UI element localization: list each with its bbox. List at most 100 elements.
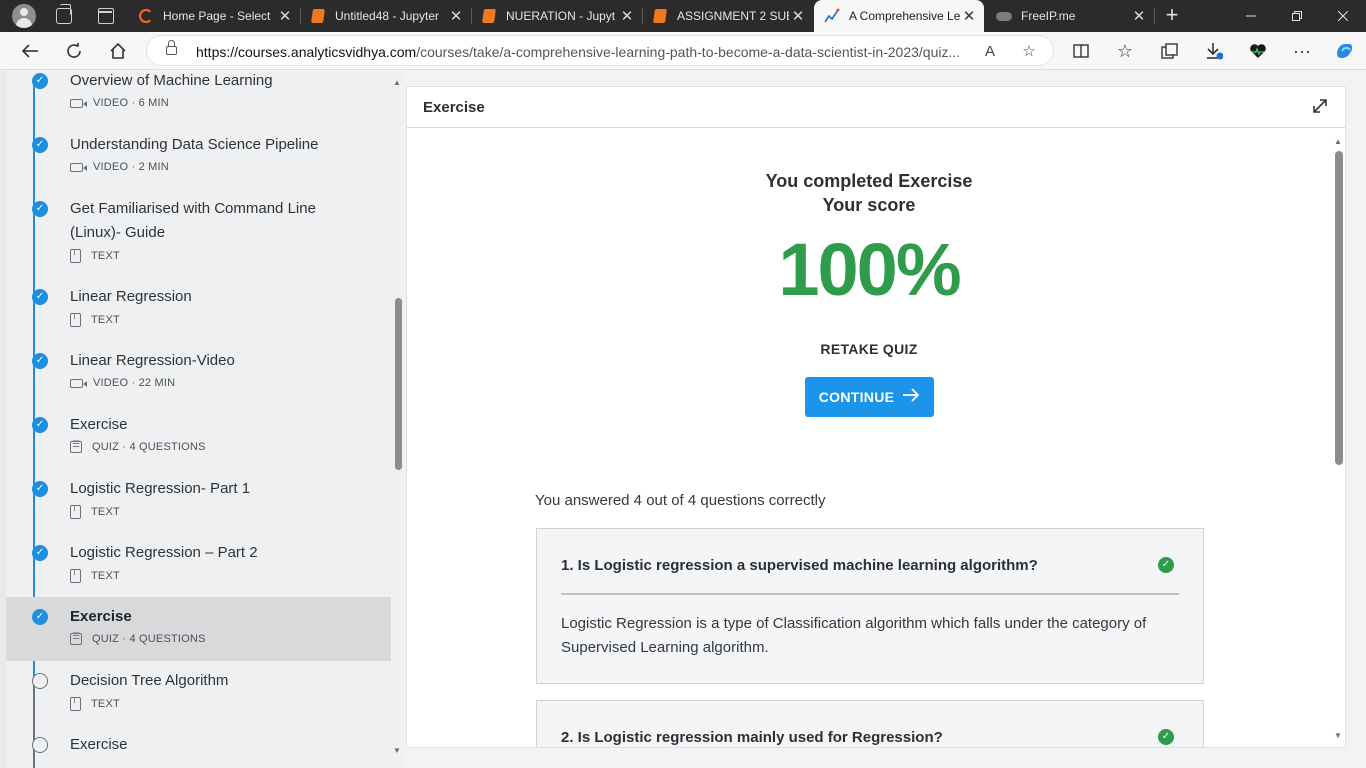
chart-line-icon <box>824 8 840 24</box>
minimize-icon[interactable] <box>1228 0 1274 32</box>
home-icon[interactable] <box>104 37 132 65</box>
lesson-item[interactable]: ✓ Linear Regression-Video VIDEO · 22 MIN <box>6 348 391 412</box>
tab-actions-icon[interactable] <box>98 8 114 24</box>
jupyter-book-icon <box>310 8 326 24</box>
incomplete-circle-icon <box>32 737 48 753</box>
quiz-icon <box>70 631 82 645</box>
browser-toolbar: https://courses.analyticsvidhya.com/cour… <box>0 32 1366 70</box>
read-aloud-icon[interactable]: A <box>980 42 1000 62</box>
lesson-item[interactable]: ✓ Understanding Data Science Pipeline VI… <box>6 132 391 196</box>
completed-check-icon: ✓ <box>32 417 48 433</box>
lesson-item[interactable]: Decision Tree Algorithm TEXT <box>6 668 391 732</box>
sidebar-scrollbar-thumb[interactable] <box>395 298 402 470</box>
lesson-title: Exercise <box>70 416 128 433</box>
completed-check-icon: ✓ <box>32 481 48 497</box>
favorite-star-icon[interactable]: ☆ <box>1019 42 1039 62</box>
text-doc-icon <box>70 568 81 583</box>
question-explanation: Logistic Regression is a type of Classif… <box>561 615 1147 656</box>
refresh-icon[interactable] <box>60 37 88 65</box>
jupyter-book-icon <box>481 8 497 24</box>
lesson-item[interactable]: ✓ Overview of Machine Learning VIDEO · 6… <box>6 68 391 132</box>
browser-tab-comprehensive-active[interactable]: A Comprehensive Le ✕ <box>814 0 984 32</box>
lesson-title: Exercise <box>70 608 132 625</box>
close-tab-icon[interactable]: ✕ <box>447 7 465 25</box>
arrow-right-icon <box>902 387 920 407</box>
completed-check-icon: ✓ <box>32 289 48 305</box>
favorites-icon[interactable]: ☆ <box>1111 37 1139 65</box>
close-tab-icon[interactable]: ✕ <box>1130 7 1148 25</box>
expand-fullscreen-icon[interactable] <box>1310 97 1330 117</box>
close-tab-icon[interactable]: ✕ <box>789 7 807 25</box>
text-doc-icon <box>70 312 81 327</box>
lesson-item[interactable]: ✓ Logistic Regression – Part 2 TEXT <box>6 540 391 604</box>
incomplete-circle-icon <box>32 673 48 689</box>
url-text[interactable]: https://courses.analyticsvidhya.com/cour… <box>196 44 968 60</box>
video-icon <box>70 378 87 388</box>
question-card: 1. Is Logistic regression a supervised m… <box>536 528 1204 684</box>
browser-tab-assignment[interactable]: ASSIGNMENT 2 SUB ✕ <box>642 0 813 32</box>
close-window-icon[interactable] <box>1320 0 1366 32</box>
question-title: 2. Is Logistic regression mainly used fo… <box>561 729 943 746</box>
lesson-item[interactable]: ✓ Logistic Regression- Part 1 TEXT <box>6 476 391 540</box>
video-icon <box>70 162 87 172</box>
lesson-title: Logistic Regression- Part 1 <box>70 480 251 497</box>
lesson-item[interactable]: Exercise <box>6 732 391 768</box>
browser-tab-home[interactable]: Home Page - Select ✕ <box>128 0 300 32</box>
jupyter-book-icon <box>652 8 668 24</box>
text-doc-icon <box>70 504 81 519</box>
completed-check-icon: ✓ <box>32 137 48 153</box>
browser-tab-strip: Home Page - Select ✕ Untitled48 - Jupyte… <box>0 0 1366 32</box>
close-tab-icon[interactable]: ✕ <box>276 7 294 25</box>
main-scroll-down-icon[interactable]: ▼ <box>1334 731 1342 740</box>
exercise-panel: Exercise You completed Exercise Your sco… <box>406 86 1346 748</box>
main-scrollbar-thumb[interactable] <box>1335 151 1343 465</box>
split-screen-icon[interactable] <box>1067 37 1095 65</box>
scroll-up-arrow-icon[interactable]: ▲ <box>393 78 401 87</box>
restore-icon[interactable] <box>1274 0 1320 32</box>
lesson-title: Decision Tree Algorithm <box>70 672 229 689</box>
browser-tab-freeip[interactable]: FreeIP.me ✕ <box>986 0 1154 32</box>
copilot-icon[interactable] <box>1330 37 1358 65</box>
lesson-title: Linear Regression <box>70 288 192 305</box>
close-tab-icon[interactable]: ✕ <box>618 7 636 25</box>
completed-check-icon: ✓ <box>32 201 48 217</box>
lesson-item-active[interactable]: ✓ Exercise QUIZ · 4 QUESTIONS <box>6 597 391 661</box>
completed-check-icon: ✓ <box>32 73 48 89</box>
profile-avatar-icon[interactable] <box>12 4 36 28</box>
scroll-down-arrow-icon[interactable]: ▼ <box>393 746 401 755</box>
new-tab-icon[interactable]: + <box>1160 4 1184 28</box>
lesson-title: Linear Regression-Video <box>70 352 235 369</box>
correct-check-icon: ✓ <box>1158 729 1174 745</box>
browser-essentials-icon[interactable] <box>1244 37 1272 65</box>
text-doc-icon <box>70 696 81 711</box>
answered-summary: You answered 4 out of 4 questions correc… <box>535 492 826 509</box>
lesson-item[interactable]: ✓ Exercise QUIZ · 4 QUESTIONS <box>6 412 391 476</box>
browser-tab-nueration[interactable]: NUERATION - Jupyt ✕ <box>471 0 642 32</box>
continue-button[interactable]: CONTINUE <box>805 377 934 417</box>
panel-title: Exercise <box>423 99 485 116</box>
lesson-title: Logistic Regression – Part 2 <box>70 544 258 561</box>
panel-header: Exercise <box>407 87 1345 128</box>
lesson-item[interactable]: ✓ Linear Regression TEXT <box>6 284 391 348</box>
cloud-icon <box>996 8 1012 24</box>
text-doc-icon <box>70 248 81 263</box>
correct-check-icon: ✓ <box>1158 557 1174 573</box>
back-arrow-icon[interactable] <box>16 37 44 65</box>
workspaces-icon[interactable] <box>56 4 72 24</box>
more-options-icon[interactable]: ··· <box>1288 37 1316 65</box>
question-title: 1. Is Logistic regression a supervised m… <box>561 557 1038 574</box>
completed-check-icon: ✓ <box>32 353 48 369</box>
close-tab-icon[interactable]: ✕ <box>960 7 978 25</box>
lock-icon[interactable] <box>166 40 177 55</box>
completed-heading: You completed Exercise <box>765 171 973 191</box>
address-bar[interactable]: https://courses.analyticsvidhya.com/cour… <box>146 35 1054 66</box>
score-value: 100% <box>778 228 961 311</box>
collections-icon[interactable] <box>1156 37 1184 65</box>
lesson-title: Exercise <box>70 736 128 753</box>
lesson-item[interactable]: ✓ Get Familiarised with Command Line (Li… <box>6 196 391 284</box>
question-card: 2. Is Logistic regression mainly used fo… <box>536 700 1204 747</box>
retake-quiz-link[interactable]: RETAKE QUIZ <box>407 341 1331 357</box>
downloads-icon[interactable] <box>1200 37 1228 65</box>
browser-tab-untitled48[interactable]: Untitled48 - Jupyter ✕ <box>300 0 471 32</box>
main-scroll-up-icon[interactable]: ▲ <box>1334 137 1342 146</box>
